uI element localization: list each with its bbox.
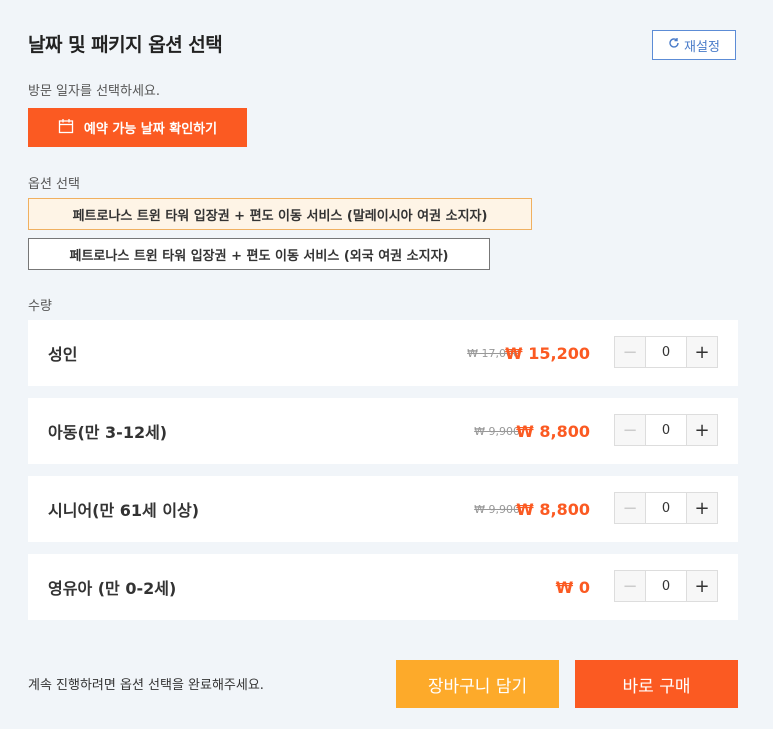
ticket-row-adult: 성인 ₩ 17,000 ₩ 15,200 − 0 +: [28, 320, 738, 386]
refresh-icon: [668, 37, 680, 53]
ticket-row-infant: 영유아 (만 0-2세) ₩ 0 − 0 +: [28, 554, 738, 620]
quantity-stepper: − 0 +: [614, 336, 718, 368]
sale-price: ₩ 0: [555, 577, 590, 597]
sale-price: ₩ 8,800: [516, 421, 590, 441]
original-price: ₩ 9,900: [474, 424, 520, 438]
increase-button[interactable]: +: [686, 336, 718, 368]
option-section-label: 옵션 선택: [28, 177, 80, 192]
quantity-stepper: − 0 +: [614, 414, 718, 446]
buy-now-button[interactable]: 바로 구매: [575, 660, 738, 708]
decrease-button[interactable]: −: [614, 570, 646, 602]
quantity-value[interactable]: 0: [646, 570, 686, 602]
original-price: ₩ 9,900: [474, 502, 520, 516]
completion-message: 계속 진행하려면 옵션 선택을 완료해주세요.: [28, 678, 264, 693]
option-malaysian-passport[interactable]: 페트로나스 트윈 타워 입장권 + 편도 이동 서비스 (말레이시아 여권 소지…: [28, 198, 532, 230]
increase-button[interactable]: +: [686, 414, 718, 446]
decrease-button[interactable]: −: [614, 492, 646, 524]
check-dates-label: 예약 가능 날짜 확인하기: [83, 122, 218, 137]
decrease-button[interactable]: −: [614, 336, 646, 368]
increase-button[interactable]: +: [686, 492, 718, 524]
quantity-value[interactable]: 0: [646, 336, 686, 368]
option-foreign-passport[interactable]: 페트로나스 트윈 타워 입장권 + 편도 이동 서비스 (외국 여권 소지자): [28, 238, 490, 270]
reset-label: 재설정: [684, 39, 720, 55]
reset-button[interactable]: 재설정: [652, 30, 736, 60]
date-section-label: 방문 일자를 선택하세요.: [28, 84, 160, 99]
sale-price: ₩ 15,200: [505, 343, 590, 363]
check-dates-button[interactable]: 예약 가능 날짜 확인하기: [28, 108, 247, 147]
ticket-row-senior: 시니어(만 61세 이상) ₩ 9,900 ₩ 8,800 − 0 +: [28, 476, 738, 542]
quantity-stepper: − 0 +: [614, 570, 718, 602]
decrease-button[interactable]: −: [614, 414, 646, 446]
quantity-stepper: − 0 +: [614, 492, 718, 524]
page-title: 날짜 및 패키지 옵션 선택: [28, 34, 223, 56]
quantity-section-label: 수량: [28, 299, 52, 314]
ticket-name: 영유아 (만 0-2세): [48, 579, 177, 598]
ticket-name: 성인: [48, 345, 78, 364]
sale-price: ₩ 8,800: [516, 499, 590, 519]
ticket-name: 아동(만 3-12세): [48, 423, 168, 442]
ticket-row-child: 아동(만 3-12세) ₩ 9,900 ₩ 8,800 − 0 +: [28, 398, 738, 464]
ticket-name: 시니어(만 61세 이상): [48, 501, 200, 520]
quantity-value[interactable]: 0: [646, 492, 686, 524]
add-to-cart-button[interactable]: 장바구니 담기: [396, 660, 559, 708]
increase-button[interactable]: +: [686, 570, 718, 602]
quantity-value[interactable]: 0: [646, 414, 686, 446]
calendar-icon: [58, 118, 74, 138]
